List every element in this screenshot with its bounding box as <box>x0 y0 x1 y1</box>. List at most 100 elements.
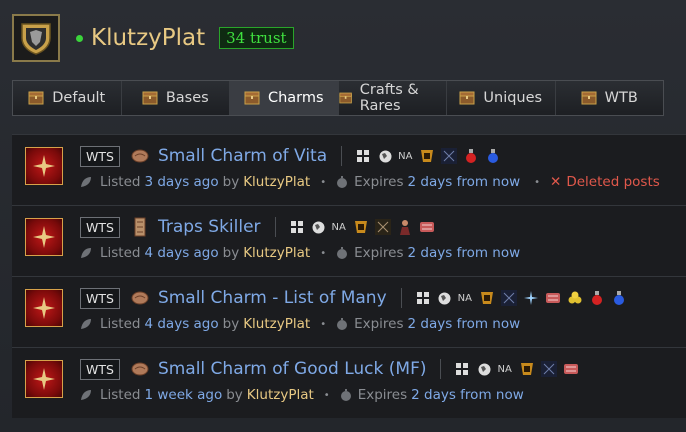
health-potion-icon <box>588 289 606 307</box>
listing-row[interactable]: WTS Traps Skiller NA Listed 4 days ago b… <box>12 205 686 276</box>
sparkle-icon <box>522 289 540 307</box>
username[interactable]: KlutzyPlat <box>91 25 205 51</box>
chest-icon <box>459 91 475 105</box>
region-label: NA <box>457 292 472 304</box>
listing-type-badge: WTS <box>80 145 120 167</box>
globe-icon <box>310 218 328 236</box>
listed-time-link[interactable]: 1 week ago <box>144 387 222 403</box>
chest-icon <box>28 91 44 105</box>
listing-title[interactable]: Traps Skiller <box>158 217 261 237</box>
trust-badge[interactable]: 34 trust <box>219 27 294 49</box>
listed-label: Listed <box>100 387 141 403</box>
separator-dot: • <box>320 318 327 330</box>
listing-row[interactable]: WTS Small Charm of Good Luck (MF) NA Lis… <box>12 347 686 418</box>
listing-row[interactable]: WTS Small Charm of Vita NA Listed 3 days… <box>12 134 686 205</box>
chest-icon <box>244 91 260 105</box>
author-link[interactable]: KlutzyPlat <box>243 174 310 190</box>
small-charm-icon <box>130 288 150 308</box>
listing-thumbnail[interactable] <box>25 360 63 398</box>
listed-time-link[interactable]: 3 days ago <box>144 174 218 190</box>
listing-title[interactable]: Small Charm - List of Many <box>158 288 387 308</box>
listed-label: Listed <box>100 316 141 332</box>
stopwatch-icon <box>337 247 348 259</box>
divider <box>400 288 402 308</box>
cross-icon <box>33 368 55 390</box>
tab-crafts-rares[interactable]: Crafts & Rares <box>338 81 447 115</box>
mana-potion-icon <box>610 289 628 307</box>
online-status-dot <box>76 34 83 42</box>
leaf-icon <box>81 248 91 258</box>
expires-label: Expires <box>354 245 404 261</box>
shield-wolf-icon <box>21 23 51 55</box>
health-potion-icon <box>462 147 480 165</box>
ladder-icon <box>478 289 496 307</box>
grand-charm-icon <box>130 217 150 237</box>
stopwatch-icon <box>337 176 348 188</box>
author-link[interactable]: KlutzyPlat <box>243 316 310 332</box>
chest-icon <box>581 91 597 105</box>
chest-icon <box>338 92 352 104</box>
avatar[interactable] <box>12 14 60 62</box>
listing-type-badge: WTS <box>80 216 120 238</box>
leaf-icon <box>81 319 91 329</box>
chest-icon <box>142 91 158 105</box>
listing-title[interactable]: Small Charm of Good Luck (MF) <box>158 359 427 379</box>
tab-wtb[interactable]: WTB <box>555 81 663 115</box>
by-label: by <box>222 245 240 261</box>
author-link[interactable]: KlutzyPlat <box>243 245 310 261</box>
tab-charms[interactable]: Charms <box>230 81 339 115</box>
game-mode-icon <box>500 289 518 307</box>
tab-label: WTB <box>604 90 638 106</box>
leaf-icon <box>81 390 91 400</box>
deleted-posts-link[interactable]: ✕ Deleted posts <box>550 174 660 190</box>
by-label: by <box>226 387 243 403</box>
expires-time-link[interactable]: 2 days from now <box>408 245 521 261</box>
ladder-icon <box>352 218 370 236</box>
listed-time-link[interactable]: 4 days ago <box>144 316 218 332</box>
expires-label: Expires <box>354 316 404 332</box>
region-label: NA <box>497 363 512 375</box>
game-mode-icon <box>440 147 458 165</box>
listed-time-link[interactable]: 4 days ago <box>144 245 218 261</box>
expires-time-link[interactable]: 2 days from now <box>408 316 521 332</box>
cross-icon <box>33 226 55 248</box>
leaf-icon <box>81 177 91 187</box>
separator-dot: • <box>323 389 330 401</box>
author-link[interactable]: KlutzyPlat <box>247 387 314 403</box>
assassin-class-icon <box>396 218 414 236</box>
expires-time-link[interactable]: 2 days from now <box>411 387 524 403</box>
tab-default[interactable]: Default <box>13 81 122 115</box>
expires-time-link[interactable]: 2 days from now <box>408 174 521 190</box>
listing-type-badge: WTS <box>80 287 120 309</box>
tab-uniques[interactable]: Uniques <box>447 81 556 115</box>
separator-dot: • <box>320 176 327 188</box>
small-charm-icon <box>130 359 150 379</box>
listed-label: Listed <box>100 245 141 261</box>
tab-bases[interactable]: Bases <box>121 81 230 115</box>
region-label: NA <box>398 150 413 162</box>
divider <box>440 359 442 379</box>
ladder-icon <box>518 360 536 378</box>
listing-thumbnail[interactable] <box>25 289 63 327</box>
by-label: by <box>222 316 240 332</box>
globe-icon <box>436 289 454 307</box>
deleted-posts-label: Deleted posts <box>566 174 660 190</box>
category-tabs: Default Bases Charms Crafts & Rares Uniq… <box>12 80 664 116</box>
profile-header: KlutzyPlat 34 trust <box>12 12 294 64</box>
listings-list: WTS Small Charm of Vita NA Listed 3 days… <box>12 134 686 418</box>
windows-icon <box>453 360 471 378</box>
skill-charm-icon <box>544 289 562 307</box>
tab-label: Bases <box>165 90 209 106</box>
by-label: by <box>222 174 240 190</box>
listing-title[interactable]: Small Charm of Vita <box>158 146 327 166</box>
listing-row[interactable]: WTS Small Charm - List of Many NA Listed… <box>12 276 686 347</box>
windows-icon <box>414 289 432 307</box>
windows-icon <box>288 218 306 236</box>
divider <box>341 146 343 166</box>
mana-potion-icon <box>484 147 502 165</box>
globe-icon <box>475 360 493 378</box>
listing-thumbnail[interactable] <box>25 218 63 256</box>
stopwatch-icon <box>340 389 351 401</box>
separator-dot: • <box>320 247 327 259</box>
listing-thumbnail[interactable] <box>25 147 63 185</box>
